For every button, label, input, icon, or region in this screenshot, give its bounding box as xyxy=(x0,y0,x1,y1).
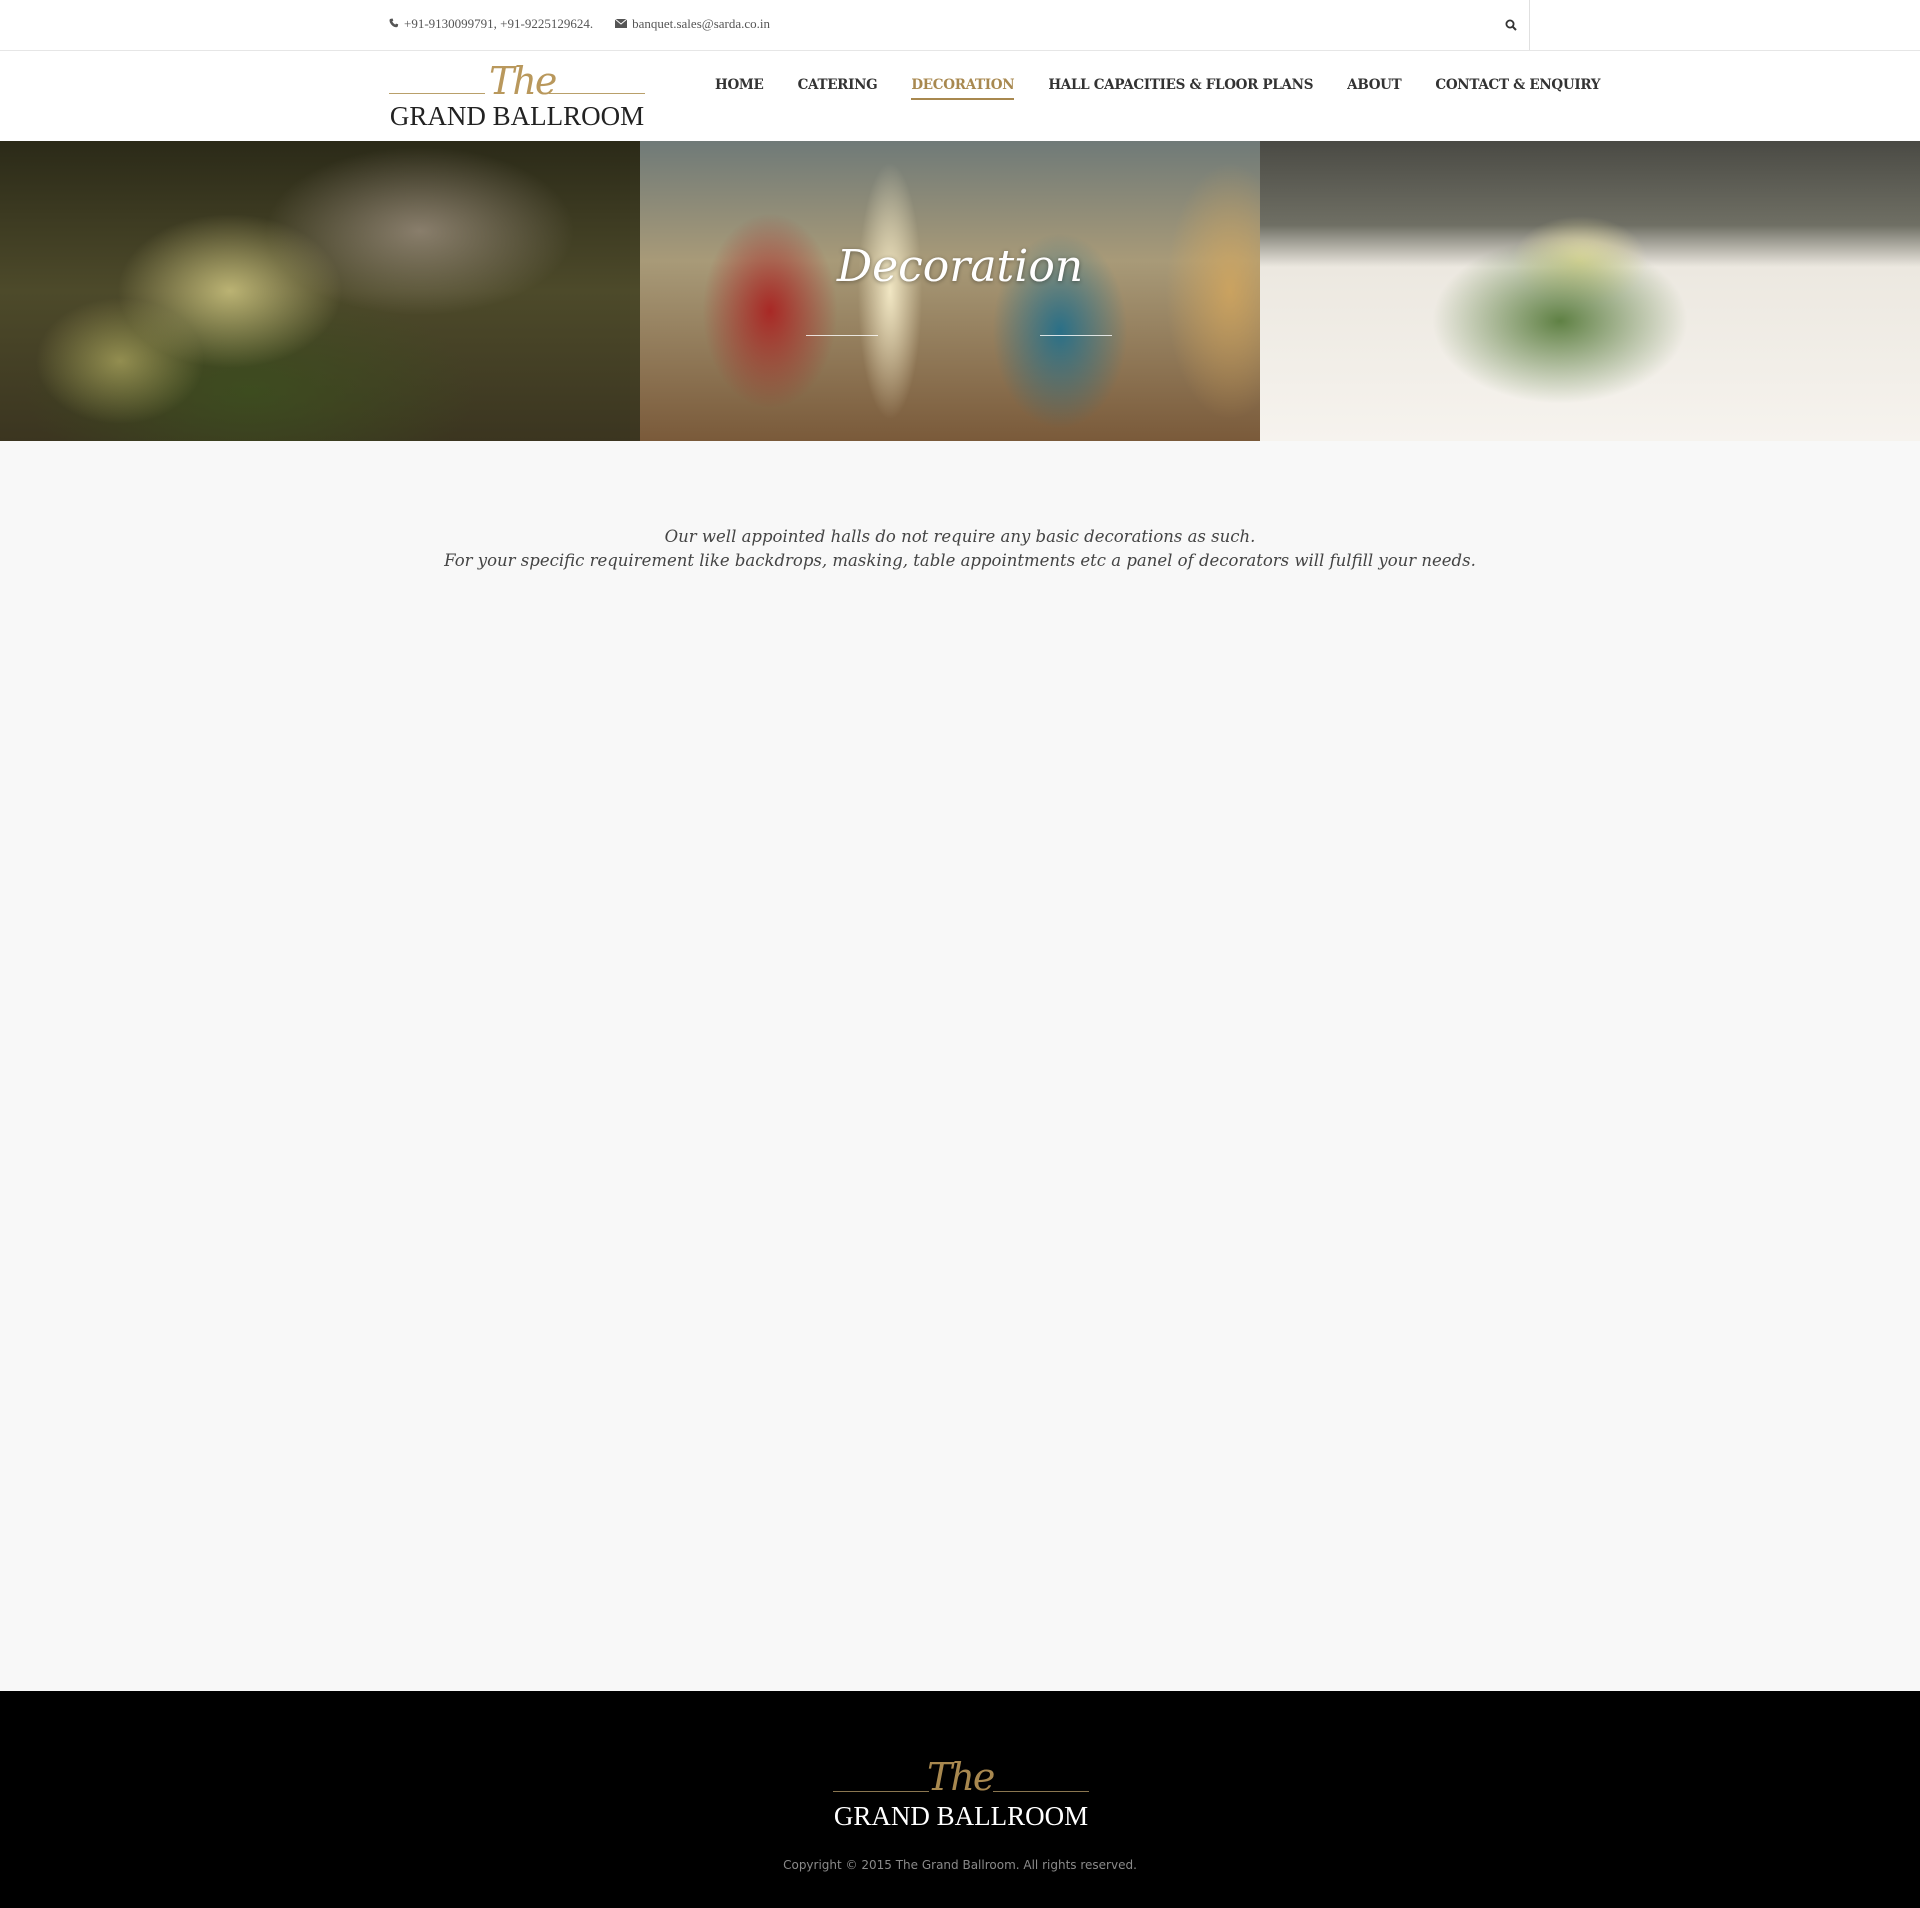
phone-icon xyxy=(389,16,399,32)
site-header: The GRAND BALLROOM HOME CATERING DECORAT… xyxy=(0,51,1920,141)
intro-text: Our well appointed halls do not require … xyxy=(0,525,1920,573)
nav-item-decoration[interactable]: DECORATION xyxy=(911,77,1015,100)
top-bar: +91-9130099791, +91-9225129624. banquet.… xyxy=(0,0,1920,51)
footer-logo-name: GRAND BALLROOM xyxy=(833,1801,1089,1831)
email-link[interactable]: banquet.sales@sarda.co.in xyxy=(632,16,770,32)
nav-item-hall-capacities[interactable]: HALL CAPACITIES & FLOOR PLANS xyxy=(1048,77,1313,100)
intro-line-1: Our well appointed halls do not require … xyxy=(664,527,1256,546)
hero-rule-right xyxy=(1040,335,1112,336)
intro-line-2: For your specific requirement like backd… xyxy=(444,551,1476,570)
hero-title: Decoration xyxy=(836,241,1084,292)
nav-item-home[interactable]: HOME xyxy=(715,77,764,100)
phone-item: +91-9130099791, +91-9225129624. xyxy=(389,16,593,32)
footer-logo-rule-left xyxy=(833,1791,929,1792)
contact-info: +91-9130099791, +91-9225129624. banquet.… xyxy=(389,16,792,32)
nav-item-catering[interactable]: CATERING xyxy=(798,77,878,100)
site-logo[interactable]: The GRAND BALLROOM xyxy=(389,59,645,131)
phone-numbers: +91-9130099791, +91-9225129624. xyxy=(404,16,594,31)
search-button[interactable] xyxy=(1492,0,1530,50)
logo-rule-left xyxy=(389,93,485,94)
nav-item-about[interactable]: ABOUT xyxy=(1347,77,1402,100)
site-footer: The GRAND BALLROOM Copyright © 2015 The … xyxy=(0,1691,1920,1908)
footer-logo[interactable]: The GRAND BALLROOM xyxy=(833,1755,1089,1833)
main-content: Our well appointed halls do not require … xyxy=(0,441,1920,1691)
hero-banner: Decoration xyxy=(0,141,1920,441)
envelope-icon xyxy=(614,16,628,32)
hero-rule-left xyxy=(806,335,878,336)
email-item[interactable]: banquet.sales@sarda.co.in xyxy=(614,16,770,32)
search-icon xyxy=(1505,16,1517,35)
logo-name: GRAND BALLROOM xyxy=(389,101,645,131)
footer-logo-script: The xyxy=(927,1755,995,1799)
nav-item-contact[interactable]: CONTACT & ENQUIRY xyxy=(1435,77,1600,100)
footer-logo-rule-right xyxy=(993,1791,1089,1792)
main-nav: HOME CATERING DECORATION HALL CAPACITIES… xyxy=(715,77,1601,100)
logo-script: The xyxy=(489,59,557,103)
copyright-text: Copyright © 2015 The Grand Ballroom. All… xyxy=(783,1858,1137,1872)
logo-rule-right xyxy=(549,93,645,94)
